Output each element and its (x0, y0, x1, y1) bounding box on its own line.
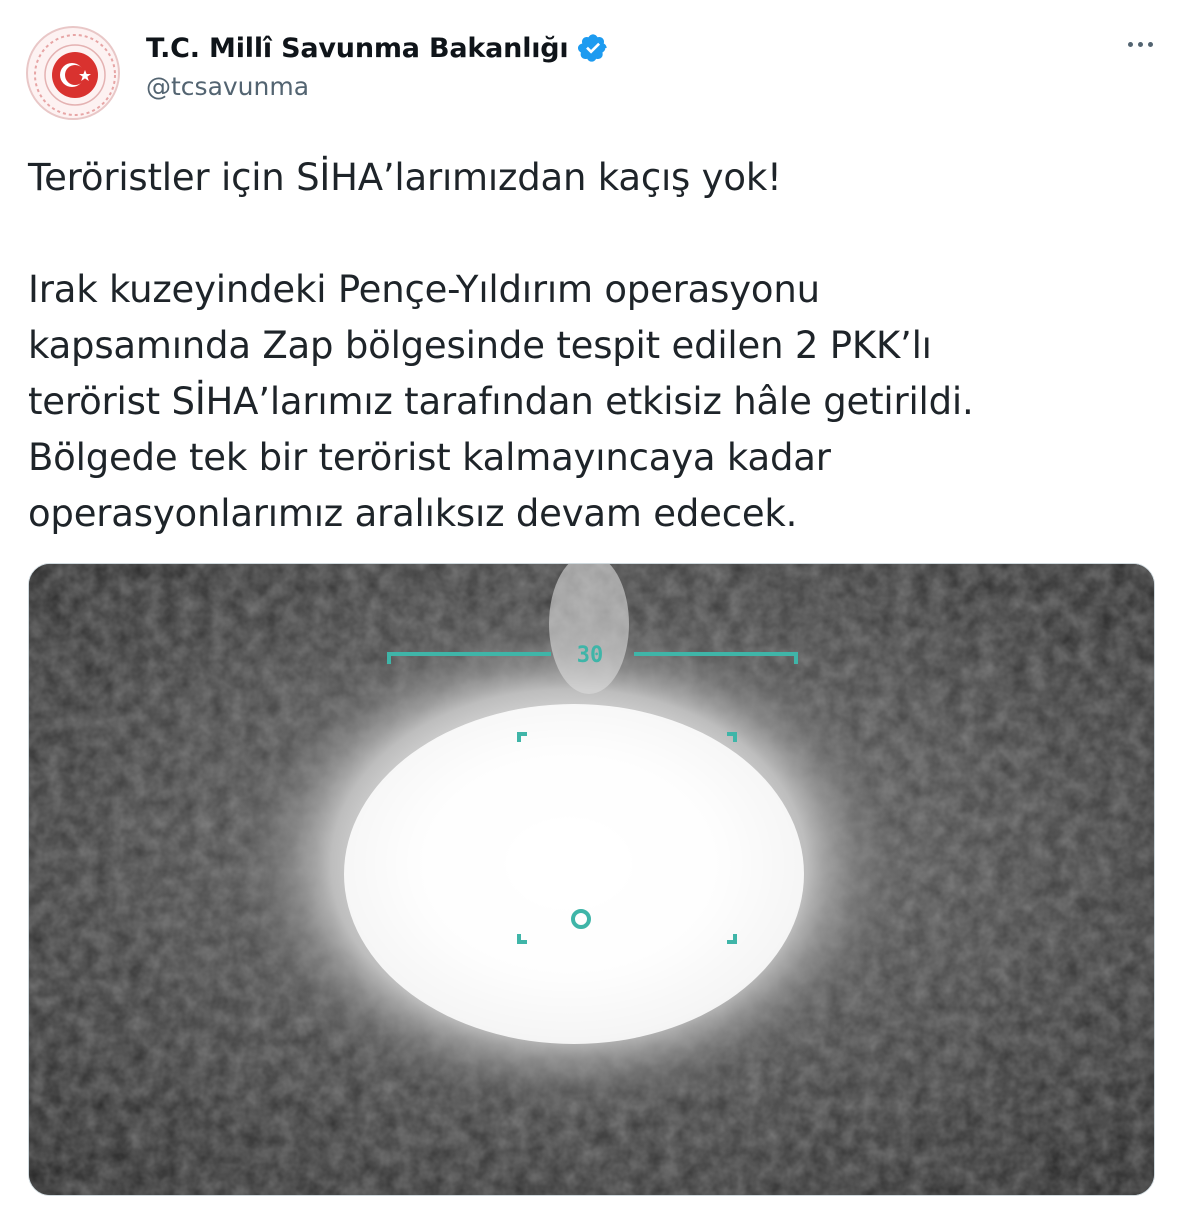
drone-footage-image: 30 (29, 564, 1154, 1195)
more-dot (1137, 41, 1143, 47)
tweet-line: kapsamında Zap bölgesinde tespit edilen … (28, 324, 932, 367)
account-avatar[interactable] (26, 26, 120, 120)
tweet-line: terörist SİHA’larımız tarafından etkisiz… (28, 380, 974, 423)
tweet-line: operasyonlarımız aralıksız devam edecek. (28, 492, 798, 535)
more-options-icon[interactable] (1118, 28, 1162, 60)
tweet-text: Teröristler için SİHA’larımızdan kaçış y… (28, 150, 1178, 542)
hud-readout: 30 (577, 643, 604, 668)
more-dot (1147, 41, 1153, 47)
tweet-line: Irak kuzeyindeki Pençe-Yıldırım operasyo… (28, 268, 820, 311)
author-display-name[interactable]: T.C. Millî Savunma Bakanlığı (146, 33, 569, 64)
author-name-row[interactable]: T.C. Millî Savunma Bakanlığı (146, 26, 609, 70)
crescent-star-emblem-icon (34, 34, 116, 116)
more-dot (1127, 41, 1133, 47)
author-handle[interactable]: @tcsavunma (146, 72, 309, 101)
tweet-card: T.C. Millî Savunma Bakanlığı @tcsavunma … (0, 0, 1200, 1212)
tweet-headline: Teröristler için SİHA’larımızdan kaçış y… (28, 156, 782, 199)
tweet-video-media[interactable]: 30 (28, 563, 1155, 1196)
tweet-line: Bölgede tek bir terörist kalmayıncaya ka… (28, 436, 831, 479)
verified-badge-icon (577, 34, 607, 62)
